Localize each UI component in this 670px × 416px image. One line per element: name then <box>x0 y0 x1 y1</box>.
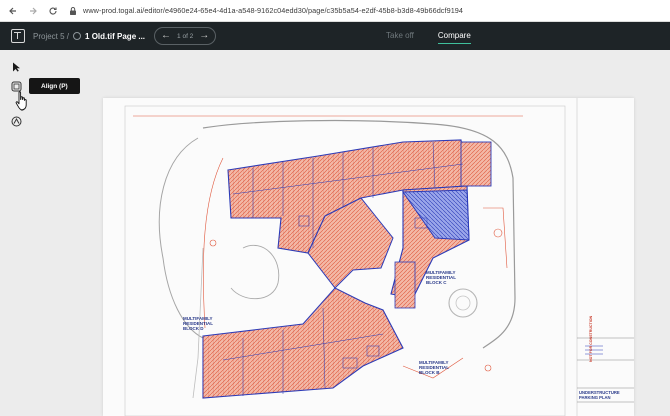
previous-page-icon[interactable]: ← <box>161 31 171 41</box>
hand-cursor-icon <box>15 91 27 111</box>
check-circle-icon <box>73 32 82 40</box>
togal-logo-icon[interactable] <box>11 29 25 43</box>
document-title[interactable]: 1 Old.tif Page ... <box>85 32 145 41</box>
site-plan-overlay <box>124 98 634 416</box>
block-d-label: MULTIFAMILY RESIDENTIAL BLOCK D <box>183 316 213 331</box>
back-icon[interactable] <box>6 4 20 18</box>
block-c-label: MULTIFAMILY RESIDENTIAL BLOCK C <box>426 270 456 285</box>
url-text: www-prod.togal.ai/editor/e4960e24-65e4-4… <box>83 6 464 15</box>
tab-compare[interactable]: Compare <box>437 22 471 50</box>
mode-tabs: Take off Compare <box>386 22 471 50</box>
next-page-icon[interactable]: → <box>199 31 209 41</box>
reload-icon[interactable] <box>46 4 60 18</box>
sheet-title: UNDERSTRUCTURE PARKING PLAN <box>579 390 620 400</box>
lock-icon <box>70 6 76 15</box>
pointer-icon[interactable] <box>9 60 23 74</box>
project-breadcrumb[interactable]: Project 5 / <box>33 32 69 41</box>
forward-icon[interactable] <box>26 4 40 18</box>
align-tooltip: Align (P) <box>29 78 80 94</box>
overlay-icon[interactable] <box>9 114 23 128</box>
tab-take-off[interactable]: Take off <box>386 22 414 50</box>
browser-toolbar: www-prod.togal.ai/editor/e4960e24-65e4-4… <box>0 0 670 22</box>
page-pager: ← 1 of 2 → <box>154 27 217 45</box>
block-b-label: MULTIFAMILY RESIDENTIAL BLOCK B <box>419 360 449 375</box>
app-header: Project 5 / 1 Old.tif Page ... ← 1 of 2 … <box>0 22 670 50</box>
drawing-canvas[interactable]: MULTIFAMILY RESIDENTIAL BLOCK C MULTIFAM… <box>103 98 634 416</box>
page-indicator: 1 of 2 <box>177 32 194 40</box>
address-bar[interactable]: www-prod.togal.ai/editor/e4960e24-65e4-4… <box>68 3 463 19</box>
not-for-construction-stamp: NOT FOR CONSTRUCTION <box>589 315 593 362</box>
